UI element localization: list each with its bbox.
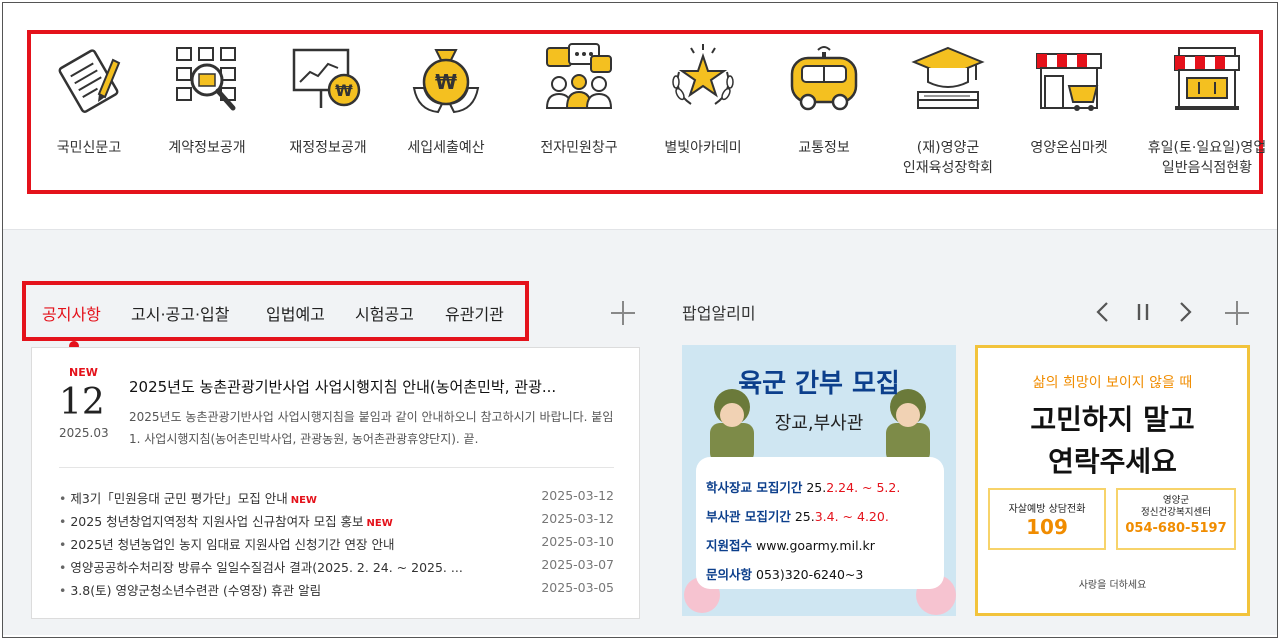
prev-arrow-icon[interactable] bbox=[1091, 300, 1115, 324]
banner1-details: 학사장교 모집기간 25.2.24. ~ 5.2. 부사관 모집기간 25.3.… bbox=[706, 473, 946, 589]
contract-search-icon bbox=[176, 47, 236, 111]
quick-item-label: 계약정보공개 bbox=[168, 140, 246, 156]
quick-item-budget[interactable]: ₩ 세입세출예산 bbox=[386, 42, 506, 158]
next-arrow-icon[interactable] bbox=[1173, 300, 1197, 324]
list-item-title: 3.8(토) 영양군청소년수련관 (수영장) 휴관 알림 bbox=[70, 583, 322, 598]
banner1-row-label: 학사장교 모집기간 bbox=[706, 480, 803, 495]
notice-tabs: 공지사항 고시·공고·입찰 입법예고 시험공고 유관기관 bbox=[22, 281, 529, 341]
quick-menu: 국민신문고 계약정보공개 ₩ 재정정보공개 ₩ 세입세출예산 전자민원창구 별빛… bbox=[27, 30, 1266, 194]
list-item-date: 2025-03-10 bbox=[541, 534, 614, 549]
quick-item-label: 별빛아카데미 bbox=[664, 140, 742, 156]
new-badge: NEW bbox=[290, 495, 317, 506]
quick-item-label: 휴일(토·일요일)영업 일반음식점현황 bbox=[1147, 140, 1267, 176]
quick-item-label: 교통정보 bbox=[798, 140, 850, 156]
quick-item-finance[interactable]: ₩ 재정정보공개 bbox=[268, 42, 388, 158]
featured-day: 12 bbox=[59, 382, 105, 423]
star-laurel-icon bbox=[672, 44, 734, 105]
mental-health-banner[interactable]: 삶의 희망이 보이지 않을 때 고민하지 말고 연락주세요 자살예방 상담전화 … bbox=[975, 345, 1250, 616]
banner1-row-value: www.goarmy.mil.kr bbox=[756, 538, 875, 553]
list-item[interactable]: 제3기「민원응대 군민 평가단」모집 안내NEW 2025-03-12 bbox=[59, 486, 614, 509]
list-item[interactable]: 영양공공하수처리장 방류수 일일수질검사 결과(2025. 2. 24. ~ 2… bbox=[59, 555, 614, 578]
list-item[interactable]: 2025 청년창업지역정착 지원사업 신규참여자 모집 홍보NEW 2025-0… bbox=[59, 509, 614, 532]
list-item-title: 2025년 청년농업인 농지 임대료 지원사업 신청기간 연장 안내 bbox=[70, 537, 395, 552]
banner1-row-value: 053)320-6240~3 bbox=[756, 567, 864, 582]
banner1-subtitle: 장교,부사관 bbox=[774, 413, 864, 434]
list-item[interactable]: 2025년 청년농업인 농지 임대료 지원사업 신청기간 연장 안내 2025-… bbox=[59, 532, 614, 555]
quick-item-label: 국민신문고 bbox=[56, 140, 122, 156]
list-item-date: 2025-03-12 bbox=[541, 488, 614, 503]
banner2-footer-logo: 사랑을 더하세요 bbox=[1078, 580, 1147, 591]
svg-text:₩: ₩ bbox=[435, 70, 457, 94]
tab-announcement-bid[interactable]: 고시·공고·입찰 bbox=[131, 301, 230, 325]
quick-item-label: 재정정보공개 bbox=[289, 140, 367, 156]
featured-title-link[interactable]: 2025년도 농촌관광기반사업 사업시행지침 안내(농어촌민박, 관광... bbox=[129, 376, 619, 397]
finance-chart-icon: ₩ bbox=[292, 48, 361, 108]
list-item-date: 2025-03-07 bbox=[541, 557, 614, 572]
banner2-hotline-label: 자살예방 상담전화 bbox=[1008, 504, 1086, 515]
quick-item-label: 세입세출예산 bbox=[407, 140, 485, 156]
budget-moneybag-icon: ₩ bbox=[412, 49, 480, 114]
bus-icon bbox=[790, 46, 858, 111]
banner1-row-value: 25. bbox=[806, 480, 827, 495]
banner2-center-label: 영양군 정신건강복지센터 bbox=[1141, 495, 1211, 518]
civil-complaint-chat-icon bbox=[545, 43, 613, 109]
list-item[interactable]: 3.8(토) 영양군청소년수련관 (수영장) 휴관 알림 2025-03-05 bbox=[59, 578, 614, 601]
notice-more-button[interactable] bbox=[611, 301, 635, 325]
banner1-row-highlight: 3.4. ~ 4.20. bbox=[814, 509, 889, 524]
banner2-hotline-box: 자살예방 상담전화 109 bbox=[988, 488, 1106, 550]
banner2-center-number: 054-680-5197 bbox=[1125, 521, 1227, 536]
notice-board: NEW 12 2025.03 2025년도 농촌관광기반사업 사업시행지침 안내… bbox=[31, 347, 640, 619]
tab-related-agencies[interactable]: 유관기관 bbox=[445, 301, 504, 325]
quick-item-petition[interactable]: 국민신문고 bbox=[29, 42, 149, 158]
army-recruitment-banner[interactable]: 육군 간부 모집 장교,부사관 학사장교 모집기간 25.2.24. ~ 5.2… bbox=[682, 345, 956, 616]
banner2-hotline-number: 109 bbox=[1026, 515, 1068, 539]
pause-icon[interactable] bbox=[1131, 300, 1155, 324]
banner2-top-text: 삶의 희망이 보이지 않을 때 bbox=[1032, 375, 1193, 391]
list-item-title: 제3기「민원응대 군민 평가단」모집 안내 bbox=[70, 491, 288, 506]
tab-notice[interactable]: 공지사항 bbox=[42, 301, 101, 325]
tab-exam[interactable]: 시험공고 bbox=[355, 301, 414, 325]
banner1-row-label: 지원접수 bbox=[706, 538, 753, 553]
quick-item-label: 영양온심마켓 bbox=[1030, 140, 1108, 156]
quick-item-holiday-restaurants[interactable]: 휴일(토·일요일)영업 일반음식점현황 bbox=[1137, 42, 1277, 178]
banner1-row-value: 25. bbox=[794, 509, 815, 524]
quick-item-traffic[interactable]: 교통정보 bbox=[764, 42, 884, 158]
notice-list: 제3기「민원응대 군민 평가단」모집 안내NEW 2025-03-12 2025… bbox=[59, 486, 614, 601]
banner1-row-label: 문의사항 bbox=[706, 567, 753, 582]
banner1-headline: 육군 간부 모집 bbox=[738, 369, 900, 399]
featured-summary: 2025년도 농촌관광기반사업 사업시행지침을 붙임과 같이 안내하오니 참고하… bbox=[129, 410, 614, 446]
graduation-cap-icon bbox=[911, 46, 985, 109]
quick-item-contract[interactable]: 계약정보공개 bbox=[147, 42, 267, 158]
quick-item-civil-complaint[interactable]: 전자민원창구 bbox=[519, 42, 639, 158]
banner1-row-highlight: 2.24. ~ 5.2. bbox=[826, 480, 901, 495]
restaurant-store-icon bbox=[1174, 47, 1240, 110]
quick-item-label: 전자민원창구 bbox=[540, 140, 618, 156]
list-item-date: 2025-03-05 bbox=[541, 580, 614, 595]
banner2-line1: 고민하지 말고 bbox=[1030, 403, 1195, 436]
svg-text:₩: ₩ bbox=[335, 81, 353, 100]
market-store-icon bbox=[1036, 53, 1102, 111]
quick-item-label: (재)영양군 인재육성장학회 bbox=[902, 140, 994, 176]
divider bbox=[59, 467, 614, 468]
banner2-center-box: 영양군 정신건강복지센터 054-680-5197 bbox=[1116, 488, 1236, 550]
popup-section-title: 팝업알리미 bbox=[682, 304, 756, 323]
list-item-title: 영양공공하수처리장 방류수 일일수질검사 결과(2025. 2. 24. ~ 2… bbox=[70, 560, 463, 575]
banner2-line2: 연락주세요 bbox=[1048, 445, 1177, 478]
quick-item-scholarship[interactable]: (재)영양군 인재육성장학회 bbox=[888, 42, 1008, 178]
popup-more-button[interactable] bbox=[1225, 301, 1249, 325]
list-item-date: 2025-03-12 bbox=[541, 511, 614, 526]
new-badge: NEW bbox=[69, 366, 98, 379]
petition-document-icon bbox=[58, 49, 121, 113]
banner1-row-label: 부사관 모집기간 bbox=[706, 509, 791, 524]
quick-item-market[interactable]: 영양온심마켓 bbox=[1009, 42, 1129, 158]
quick-item-star-academy[interactable]: 별빛아카데미 bbox=[643, 42, 763, 158]
new-badge: NEW bbox=[366, 518, 393, 529]
list-item-title: 2025 청년창업지역정착 지원사업 신규참여자 모집 홍보 bbox=[70, 514, 364, 529]
featured-year-month: 2025.03 bbox=[59, 426, 109, 440]
tab-legislation[interactable]: 입법예고 bbox=[266, 301, 325, 325]
